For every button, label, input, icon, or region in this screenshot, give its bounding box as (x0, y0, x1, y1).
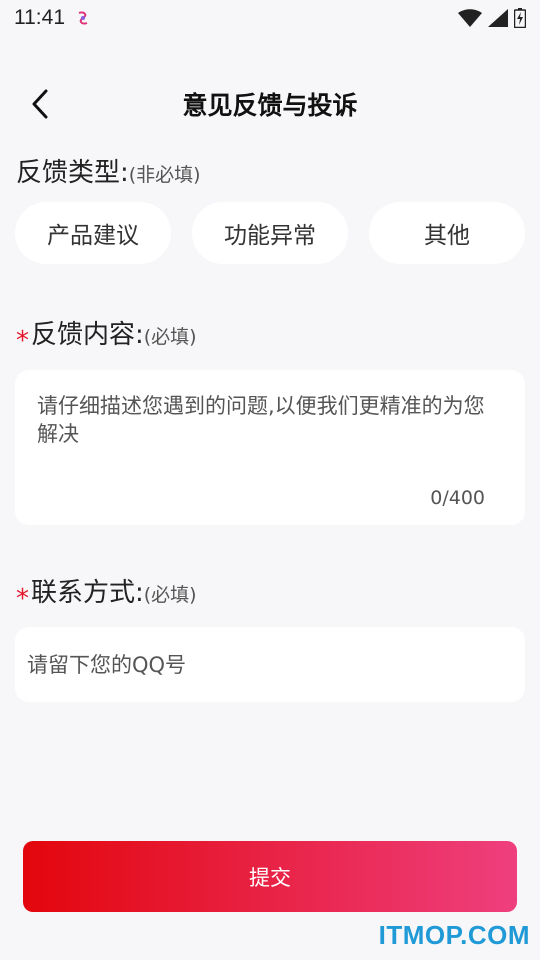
submit-button[interactable]: 提交 (23, 841, 517, 912)
header: 意见反馈与投诉 (0, 76, 540, 132)
feedback-type-options: 产品建议 功能异常 其他 (15, 202, 525, 264)
cellular-signal-icon (488, 9, 508, 27)
watermark-logo: ITMOP.COM (378, 920, 530, 950)
status-time: 11:41 (14, 6, 65, 29)
feedback-content-box: 0/400 (15, 370, 525, 525)
feedback-content-label-text: 反馈内容: (31, 320, 144, 350)
contact-label-text: 联系方式: (31, 578, 144, 608)
app-notification-icon (78, 11, 88, 25)
contact-label: * 联系方式: (必填) (16, 572, 197, 614)
required-mark: * (16, 326, 29, 356)
type-option-function-error[interactable]: 功能异常 (192, 202, 348, 264)
feedback-type-label-text: 反馈类型: (16, 158, 129, 188)
feedback-type-hint: (非必填) (128, 164, 201, 186)
chevron-left-icon (32, 89, 48, 119)
feedback-content-hint: (必填) (143, 326, 197, 348)
status-bar: 11:41 (0, 0, 540, 36)
type-option-product-suggestion[interactable]: 产品建议 (15, 202, 171, 264)
wifi-icon (458, 9, 482, 27)
contact-box (15, 627, 525, 702)
status-icons (458, 8, 526, 28)
feedback-content-label: * 反馈内容: (必填) (16, 314, 197, 356)
required-mark: * (16, 584, 29, 614)
page-title: 意见反馈与投诉 (182, 91, 358, 120)
type-option-other[interactable]: 其他 (369, 202, 525, 264)
back-button[interactable] (20, 84, 60, 124)
feedback-type-label: 反馈类型: (非必填) (16, 152, 201, 189)
feedback-content-textarea[interactable] (37, 392, 503, 482)
battery-icon (514, 8, 526, 28)
char-counter: 0/400 (430, 487, 485, 509)
contact-qq-input[interactable] (27, 627, 507, 702)
contact-hint: (必填) (143, 584, 197, 606)
